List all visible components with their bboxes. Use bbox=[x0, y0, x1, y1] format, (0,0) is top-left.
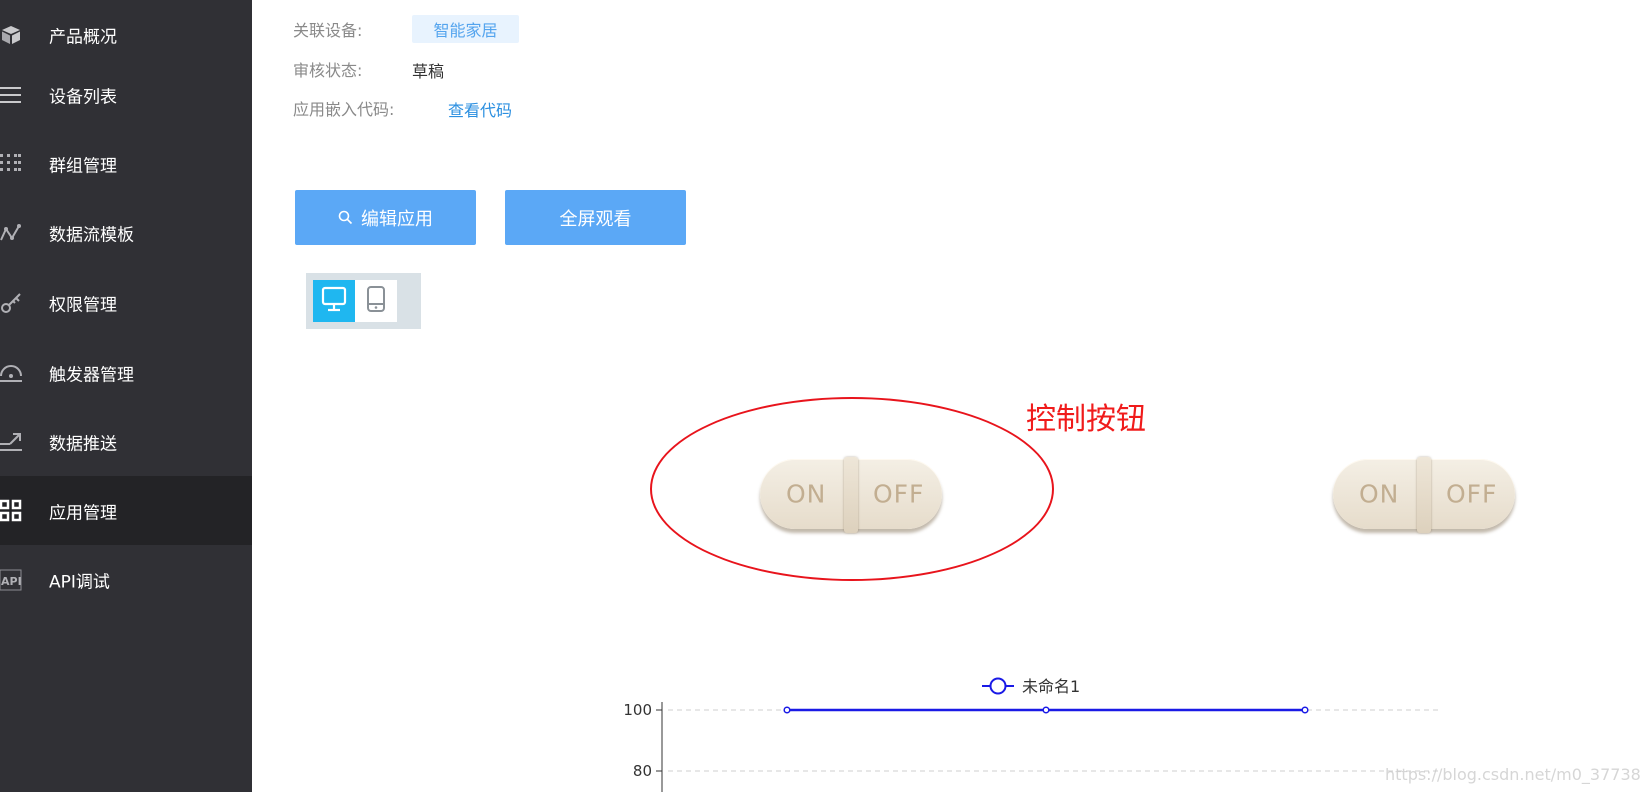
y-axis-ticks: 100 80 bbox=[623, 701, 662, 780]
watermark: https://blog.csdn.net/m0_37738838 bbox=[1385, 765, 1640, 784]
legend-marker bbox=[989, 677, 1007, 695]
line-chart: 未命名1 100 80 bbox=[623, 677, 1440, 792]
app-page: 产品概况 设备列表 群组管理 数据流模板 权限管理 触发器管理 数据推送 应用管… bbox=[0, 0, 1640, 792]
legend-label: 未命名1 bbox=[1022, 677, 1080, 696]
y-tick-label: 100 bbox=[623, 701, 652, 719]
chart-legend[interactable]: 未命名1 bbox=[982, 677, 1080, 696]
data-point[interactable] bbox=[1042, 706, 1050, 714]
data-point[interactable] bbox=[783, 706, 791, 714]
chart-series bbox=[783, 706, 1309, 714]
data-point[interactable] bbox=[1301, 706, 1309, 714]
chart-grid bbox=[668, 709, 1440, 772]
y-tick-label: 80 bbox=[633, 762, 652, 780]
